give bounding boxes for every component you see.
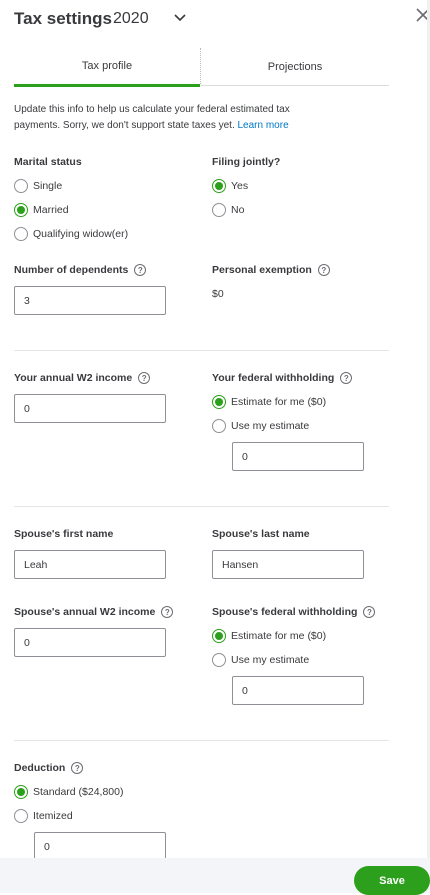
tab-bar: Tax profile Projections [14, 48, 389, 87]
save-button[interactable]: Save [354, 866, 430, 895]
spouse-w2-income-label-text: Spouse's annual W2 income [14, 606, 156, 618]
filing-jointly-label: Filing jointly? [212, 156, 281, 168]
spouse-withholding-own-radio[interactable]: Use my estimate [212, 653, 309, 667]
radio-label: Standard ($24,800) [33, 786, 124, 798]
help-icon[interactable]: ? [363, 606, 376, 619]
radio-label: Use my estimate [231, 420, 310, 432]
filing-no-radio[interactable]: No [212, 203, 244, 217]
deduction-itemized-radio[interactable]: Itemized [14, 809, 73, 823]
marital-status-label: Marital status [14, 156, 82, 168]
radio-label: Estimate for me ($0) [231, 630, 327, 642]
marital-single-radio[interactable]: Single [14, 179, 62, 193]
marital-widow-radio[interactable]: Qualifying widow(er) [14, 227, 128, 241]
spouse-last-name-label: Spouse's last name [212, 528, 310, 540]
radio-circle[interactable] [212, 203, 226, 217]
radio-label: Itemized [33, 810, 73, 822]
exemption-label-text: Personal exemption [212, 264, 312, 276]
radio-circle-selected[interactable] [212, 629, 226, 643]
withholding-own-radio[interactable]: Use my estimate [212, 419, 309, 433]
tab-divider [200, 48, 201, 84]
deduction-label: Deduction? [14, 762, 84, 775]
withholding-amount-input[interactable] [232, 442, 364, 471]
dependents-input[interactable] [14, 286, 166, 315]
spouse-withholding-label: Spouse's federal withholding? [212, 606, 376, 619]
federal-withholding-label: Your federal withholding? [212, 372, 353, 385]
spouse-first-name-input[interactable] [14, 550, 166, 579]
help-icon[interactable]: ? [138, 372, 151, 385]
radio-circle[interactable] [14, 809, 28, 823]
exemption-label: Personal exemption? [212, 264, 330, 277]
deduction-label-text: Deduction [14, 762, 66, 774]
intro-text: Update this info to help us calculate yo… [14, 102, 314, 134]
federal-withholding-label-text: Your federal withholding [212, 372, 335, 384]
withholding-estimate-radio[interactable]: Estimate for me ($0) [212, 395, 326, 409]
help-icon[interactable]: ? [317, 264, 330, 277]
tab-tax-profile[interactable]: Tax profile [14, 48, 200, 87]
dependents-label-text: Number of dependents [14, 264, 129, 276]
dependents-label: Number of dependents? [14, 264, 147, 277]
spouse-first-name-label: Spouse's first name [14, 528, 114, 540]
help-icon[interactable]: ? [71, 762, 84, 775]
spouse-withholding-amount-input[interactable] [232, 676, 364, 705]
spouse-w2-income-label: Spouse's annual W2 income? [14, 606, 174, 619]
w2-income-label: Your annual W2 income? [14, 372, 151, 385]
filing-yes-radio[interactable]: Yes [212, 179, 248, 193]
help-icon[interactable]: ? [134, 264, 147, 277]
radio-circle[interactable] [14, 179, 28, 193]
tab-projections[interactable]: Projections [201, 48, 389, 86]
radio-label: Married [33, 204, 69, 216]
radio-label: No [231, 204, 245, 216]
w2-income-label-text: Your annual W2 income [14, 372, 133, 384]
year-select-value[interactable]: 2020 [113, 10, 149, 28]
help-icon[interactable]: ? [340, 372, 353, 385]
chevron-down-icon[interactable] [172, 11, 188, 25]
help-icon[interactable]: ? [161, 606, 174, 619]
radio-circle[interactable] [14, 227, 28, 241]
radio-circle-selected[interactable] [212, 395, 226, 409]
spouse-w2-income-input[interactable] [14, 628, 166, 657]
radio-circle-selected[interactable] [212, 179, 226, 193]
spouse-withholding-label-text: Spouse's federal withholding [212, 606, 358, 618]
spouse-withholding-estimate-radio[interactable]: Estimate for me ($0) [212, 629, 326, 643]
radio-label: Qualifying widow(er) [33, 228, 129, 240]
radio-circle-selected[interactable] [14, 785, 28, 799]
radio-label: Single [33, 180, 63, 192]
page-title: Tax settings [14, 9, 112, 28]
w2-income-input[interactable] [14, 394, 166, 423]
marital-married-radio[interactable]: Married [14, 203, 69, 217]
radio-label: Use my estimate [231, 654, 310, 666]
radio-circle[interactable] [212, 419, 226, 433]
deduction-standard-radio[interactable]: Standard ($24,800) [14, 785, 123, 799]
divider [14, 506, 389, 507]
spouse-last-name-input[interactable] [212, 550, 364, 579]
radio-label: Estimate for me ($0) [231, 396, 327, 408]
itemized-amount-input[interactable] [34, 832, 166, 861]
divider [14, 740, 389, 741]
divider [14, 350, 389, 351]
radio-label: Yes [231, 180, 249, 192]
radio-circle-selected[interactable] [14, 203, 28, 217]
learn-more-link[interactable]: Learn more [238, 120, 289, 131]
radio-circle[interactable] [212, 653, 226, 667]
exemption-value: $0 [212, 288, 224, 300]
